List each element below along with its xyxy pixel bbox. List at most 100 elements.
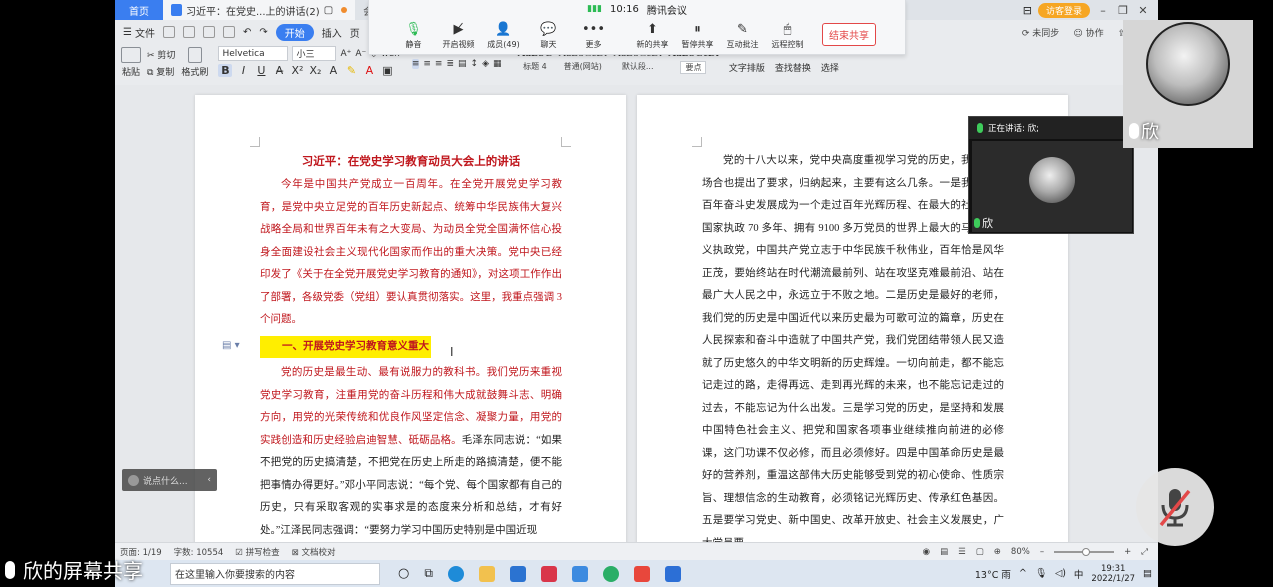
ime-indicator[interactable]: 中: [1074, 567, 1084, 581]
paste-group[interactable]: 粘贴: [121, 43, 141, 78]
edge-icon[interactable]: [447, 565, 464, 582]
zoom-out-icon[interactable]: –: [1040, 547, 1044, 557]
outline-view-icon[interactable]: ☰: [958, 547, 966, 557]
notification-icon[interactable]: ▤: [1143, 568, 1152, 579]
zoom-slider-knob[interactable]: [1082, 547, 1091, 556]
subscript-button[interactable]: X₂: [308, 64, 322, 77]
app-blue-icon[interactable]: [571, 565, 588, 582]
collab-button[interactable]: ☺ 协作: [1073, 26, 1103, 39]
more-button[interactable]: ••• 更多: [571, 18, 616, 50]
eye-protect-icon[interactable]: ◉: [923, 547, 930, 557]
paragraph-menu-icon[interactable]: ▤ ▾: [222, 340, 240, 351]
clock[interactable]: 19:31 2022/1/27: [1091, 564, 1135, 584]
remote-control-button[interactable]: 🖱 远程控制: [765, 18, 810, 50]
redo-icon[interactable]: ↷: [259, 27, 267, 38]
mail-icon[interactable]: [509, 565, 526, 582]
file-explorer-icon[interactable]: [478, 565, 495, 582]
align-left-icon[interactable]: ≡: [411, 59, 420, 69]
weather[interactable]: 13°C 雨: [975, 567, 1011, 581]
taskbar-search[interactable]: 在这里输入你要搜索的内容: [170, 562, 380, 585]
end-share-button[interactable]: 结束共享: [822, 23, 876, 46]
zoom-slider[interactable]: [1054, 547, 1115, 556]
zoom-in-icon[interactable]: +: [1124, 547, 1131, 557]
distributed-icon[interactable]: ▤: [458, 59, 467, 69]
web-view-icon[interactable]: ⊕: [994, 547, 1001, 557]
borders-icon[interactable]: ▦: [493, 59, 502, 69]
text-effect-button[interactable]: A: [326, 64, 340, 77]
document-text[interactable]: 党的十八大以来，党中央高度重视学习党的历史，我在很多场合也提出了要求，归纳起来，…: [702, 150, 1004, 542]
italic-button[interactable]: I: [236, 64, 250, 77]
strikethrough-button[interactable]: A̶: [272, 64, 286, 77]
text-layout-button[interactable]: 文字排版: [729, 61, 765, 74]
tab-document[interactable]: 习近平：在党史...上的讲话(2) ▢: [163, 0, 356, 20]
mute-button[interactable]: [1136, 468, 1214, 546]
sync-status[interactable]: ⟳ 未同步: [1022, 26, 1059, 39]
annotate-button[interactable]: ✎ 互动批注: [720, 18, 765, 50]
font-name-select[interactable]: Helvetica: [218, 46, 289, 61]
font-color-button[interactable]: A: [362, 64, 376, 77]
volume-icon[interactable]: ◁): [1055, 568, 1066, 579]
document-page-left[interactable]: 习近平：在党史学习教育动员大会上的讲话 今年是中国共产党成立一百周年。在全党开展…: [195, 95, 626, 542]
mute-toggle[interactable]: 🎙 静音: [391, 18, 436, 50]
page-view-icon[interactable]: ▤: [940, 547, 948, 557]
char-border-button[interactable]: ▣: [380, 64, 394, 77]
underline-button[interactable]: U: [254, 64, 268, 77]
shading-icon[interactable]: ◈: [482, 59, 489, 69]
shrink-font-icon[interactable]: A⁻: [355, 49, 366, 59]
chat-button[interactable]: 💬 聊天: [526, 18, 571, 50]
speaker-panel[interactable]: 正在讲话: 欣; 欣: [968, 116, 1134, 234]
select-button[interactable]: 选择: [821, 61, 839, 74]
fit-window-icon[interactable]: ⤢: [1141, 547, 1148, 557]
task-view-icon[interactable]: ⧉: [424, 566, 433, 581]
self-video[interactable]: 欣: [1123, 20, 1253, 148]
highlight-color-button[interactable]: ✎: [344, 64, 358, 77]
tencent-meeting-icon[interactable]: [664, 565, 681, 582]
copy-button[interactable]: ⧉ 复制: [147, 65, 174, 78]
justify-icon[interactable]: ≣: [446, 59, 454, 69]
print-icon[interactable]: [202, 26, 215, 38]
export-pdf-icon[interactable]: [182, 26, 195, 38]
new-share-button[interactable]: ⬆ 新的共享: [630, 18, 675, 50]
tray-mic-icon[interactable]: 🎙: [1035, 568, 1047, 579]
layout-icon[interactable]: ⊟: [1023, 4, 1032, 17]
collapse-icon[interactable]: ‹: [207, 475, 217, 485]
doc-proof[interactable]: ⊠ 文档校对: [292, 546, 336, 558]
speaker-video[interactable]: 欣: [972, 141, 1132, 232]
zoom-level[interactable]: 80%: [1011, 547, 1030, 557]
tab-home[interactable]: 首页: [115, 0, 163, 20]
close-window-icon[interactable]: ✕: [1136, 4, 1150, 17]
minimize-icon[interactable]: –: [1096, 4, 1110, 17]
font-size-select[interactable]: 小三: [292, 46, 337, 61]
find-replace-button[interactable]: 查找替换: [775, 61, 811, 74]
wps-icon[interactable]: [633, 565, 650, 582]
tray-expand-icon[interactable]: ^: [1019, 568, 1027, 579]
line-spacing-icon[interactable]: ↕: [471, 59, 479, 69]
menu-file[interactable]: ☰ 文件: [123, 25, 155, 40]
menu-page[interactable]: 页: [350, 25, 360, 40]
visitor-login-button[interactable]: 访客登录: [1037, 2, 1090, 18]
align-center-icon[interactable]: ≡: [423, 59, 431, 69]
close-tab-icon[interactable]: ▢: [324, 5, 333, 16]
document-text[interactable]: 习近平：在党史学习教育动员大会上的讲话 今年是中国共产党成立一百周年。在全党开展…: [260, 150, 562, 542]
cortana-icon[interactable]: ○: [398, 566, 409, 581]
spell-check[interactable]: ☑ 拼写检查: [235, 546, 279, 558]
cut-button[interactable]: ✂ 剪切: [147, 48, 175, 61]
word-count[interactable]: 字数: 10554: [174, 546, 224, 558]
align-right-icon[interactable]: ≡: [435, 59, 443, 69]
superscript-button[interactable]: X²: [290, 64, 304, 77]
pause-share-button[interactable]: ⏸ 暂停共享: [675, 18, 720, 50]
save-icon[interactable]: [162, 26, 175, 38]
format-painter-group[interactable]: 格式刷: [181, 43, 208, 78]
video-toggle[interactable]: ▶̸ 开启视频: [436, 18, 481, 50]
restore-icon[interactable]: ❐: [1116, 4, 1130, 17]
grow-font-icon[interactable]: A⁺: [340, 49, 351, 59]
wechat-icon[interactable]: [602, 565, 619, 582]
print-preview-icon[interactable]: [222, 26, 235, 38]
menu-insert[interactable]: 插入: [322, 25, 342, 40]
app-red-icon[interactable]: [540, 565, 557, 582]
members-button[interactable]: 👤 成员(49): [481, 18, 526, 50]
read-view-icon[interactable]: ▢: [976, 547, 984, 557]
speak-input-tip[interactable]: 说点什么... ‹: [122, 469, 217, 491]
bold-button[interactable]: B: [218, 64, 233, 77]
undo-icon[interactable]: ↶: [243, 27, 251, 38]
